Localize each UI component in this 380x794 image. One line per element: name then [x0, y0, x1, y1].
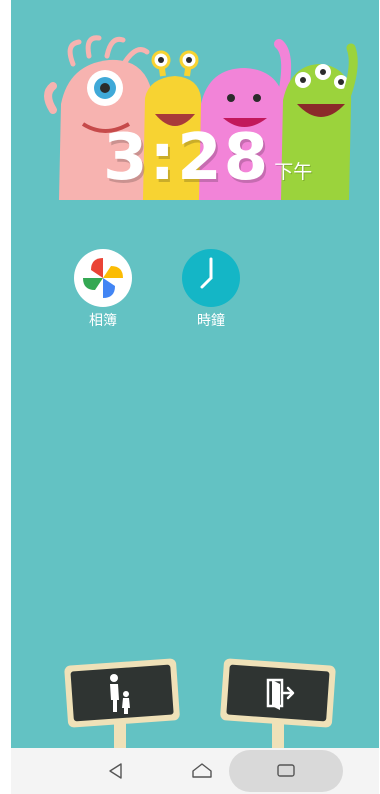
navigation-bar: [11, 748, 379, 794]
parental-sign-button[interactable]: [60, 656, 184, 748]
app-photos[interactable]: 相簿: [63, 249, 143, 330]
home-button[interactable]: [177, 748, 227, 794]
exit-sign-button[interactable]: [216, 656, 340, 748]
recent-apps-button[interactable]: [229, 750, 343, 792]
wallpaper: 3:28 下午 相簿 時鐘: [11, 0, 379, 748]
back-triangle-icon: [109, 763, 122, 779]
clock-ampm: 下午: [274, 161, 313, 183]
clock-time: 3:28: [103, 121, 271, 195]
app-clock-label: 時鐘: [197, 313, 225, 329]
app-photos-label: 相簿: [89, 313, 117, 329]
recent-apps-icon: [277, 764, 295, 777]
clock-widget[interactable]: 3:28 下午: [103, 126, 312, 190]
home-icon: [192, 763, 212, 778]
back-button[interactable]: [91, 748, 141, 794]
photos-pinwheel-icon: [74, 249, 132, 307]
clock-icon: [182, 249, 240, 307]
home-screen: 3:28 下午 相簿 時鐘: [0, 0, 380, 794]
app-clock[interactable]: 時鐘: [171, 249, 251, 330]
